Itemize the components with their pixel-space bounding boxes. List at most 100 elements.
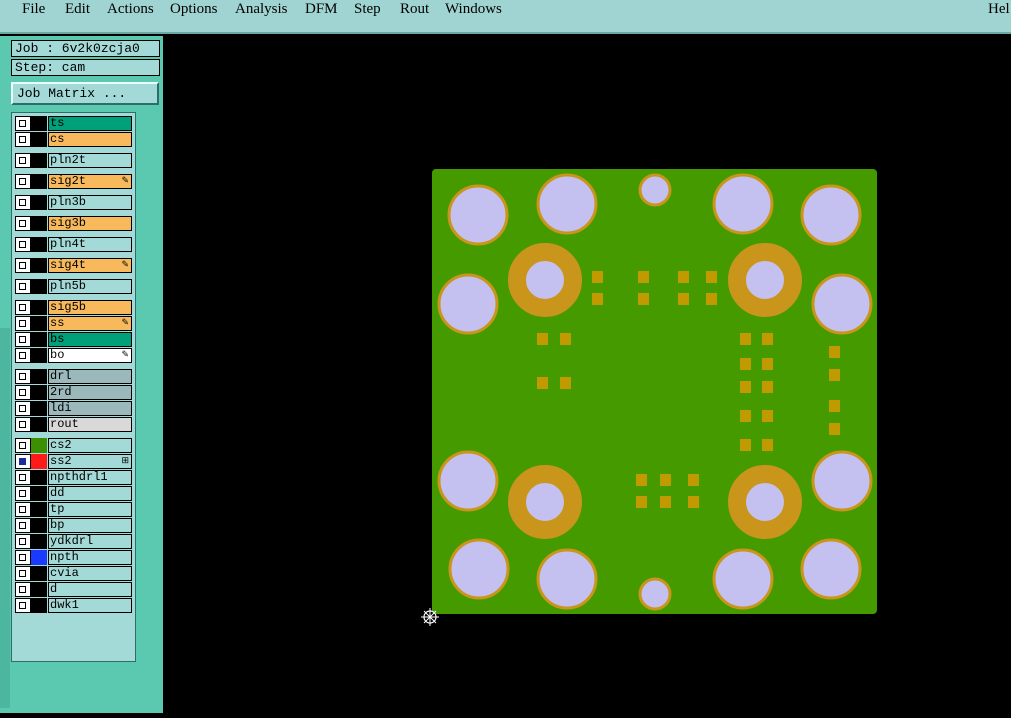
menu-analysis[interactable]: Analysis bbox=[235, 0, 288, 20]
layer-row-17[interactable]: cs2 bbox=[15, 438, 132, 453]
layer-row-25[interactable]: cvia bbox=[15, 566, 132, 581]
layer-color-swatch[interactable] bbox=[31, 258, 47, 273]
layer-color-swatch[interactable] bbox=[31, 316, 47, 331]
layer-name[interactable]: tp bbox=[48, 502, 132, 517]
layer-color-swatch[interactable] bbox=[31, 132, 47, 147]
layer-color-swatch[interactable] bbox=[31, 470, 47, 485]
layer-row-0[interactable]: ts bbox=[15, 116, 132, 131]
layer-name[interactable]: pln2t bbox=[48, 153, 132, 168]
layer-name[interactable]: cs2 bbox=[48, 438, 132, 453]
layer-checkbox[interactable] bbox=[15, 300, 31, 315]
layer-row-18[interactable]: ss2 ⊞ bbox=[15, 454, 132, 469]
layer-name[interactable]: sig2t ✎ bbox=[48, 174, 132, 189]
layer-name[interactable]: ldi bbox=[48, 401, 132, 416]
layer-checkbox[interactable] bbox=[15, 116, 31, 131]
layer-row-14[interactable]: 2rd bbox=[15, 385, 132, 400]
layer-checkbox[interactable] bbox=[15, 369, 31, 384]
layer-checkbox[interactable] bbox=[15, 316, 31, 331]
layer-row-24[interactable]: npth bbox=[15, 550, 132, 565]
menu-rout[interactable]: Rout bbox=[400, 0, 429, 20]
layer-name[interactable]: ss2 ⊞ bbox=[48, 454, 132, 469]
layer-color-swatch[interactable] bbox=[31, 438, 47, 453]
layer-checkbox[interactable] bbox=[15, 518, 31, 533]
layer-checkbox[interactable] bbox=[15, 582, 31, 597]
layer-checkbox[interactable] bbox=[15, 470, 31, 485]
layer-color-swatch[interactable] bbox=[31, 237, 47, 252]
layer-color-swatch[interactable] bbox=[31, 369, 47, 384]
layer-color-swatch[interactable] bbox=[31, 385, 47, 400]
layer-row-3[interactable]: sig2t ✎ bbox=[15, 174, 132, 189]
layer-color-swatch[interactable] bbox=[31, 332, 47, 347]
layer-name[interactable]: d bbox=[48, 582, 132, 597]
layer-checkbox[interactable] bbox=[15, 258, 31, 273]
layer-color-swatch[interactable] bbox=[31, 195, 47, 210]
layer-name[interactable]: bs bbox=[48, 332, 132, 347]
layer-checkbox[interactable] bbox=[15, 279, 31, 294]
layer-checkbox[interactable] bbox=[15, 566, 31, 581]
layer-name[interactable]: cvia bbox=[48, 566, 132, 581]
layer-checkbox[interactable] bbox=[15, 454, 31, 469]
layer-color-swatch[interactable] bbox=[31, 116, 47, 131]
layer-row-21[interactable]: tp bbox=[15, 502, 132, 517]
layer-checkbox[interactable] bbox=[15, 598, 31, 613]
menu-step[interactable]: Step bbox=[354, 0, 381, 20]
layer-checkbox[interactable] bbox=[15, 348, 31, 363]
layer-checkbox[interactable] bbox=[15, 438, 31, 453]
layer-checkbox[interactable] bbox=[15, 534, 31, 549]
layer-checkbox[interactable] bbox=[15, 153, 31, 168]
pcb-view[interactable] bbox=[163, 36, 1011, 713]
layer-checkbox[interactable] bbox=[15, 486, 31, 501]
layer-checkbox[interactable] bbox=[15, 550, 31, 565]
layer-checkbox[interactable] bbox=[15, 385, 31, 400]
layer-name[interactable]: ss ✎ bbox=[48, 316, 132, 331]
layer-row-10[interactable]: ss ✎ bbox=[15, 316, 132, 331]
layer-color-swatch[interactable] bbox=[31, 279, 47, 294]
menu-edit[interactable]: Edit bbox=[65, 0, 90, 20]
layer-row-6[interactable]: pln4t bbox=[15, 237, 132, 252]
layer-color-swatch[interactable] bbox=[31, 300, 47, 315]
layer-color-swatch[interactable] bbox=[31, 153, 47, 168]
layer-row-11[interactable]: bs bbox=[15, 332, 132, 347]
layer-color-swatch[interactable] bbox=[31, 534, 47, 549]
layer-name[interactable]: sig4t ✎ bbox=[48, 258, 132, 273]
layer-color-swatch[interactable] bbox=[31, 486, 47, 501]
layer-row-2[interactable]: pln2t bbox=[15, 153, 132, 168]
layer-row-4[interactable]: pln3b bbox=[15, 195, 132, 210]
menu-file[interactable]: File bbox=[22, 0, 45, 20]
layer-checkbox[interactable] bbox=[15, 216, 31, 231]
layer-row-23[interactable]: ydkdrl bbox=[15, 534, 132, 549]
layer-row-26[interactable]: d bbox=[15, 582, 132, 597]
layer-color-swatch[interactable] bbox=[31, 401, 47, 416]
layer-row-7[interactable]: sig4t ✎ bbox=[15, 258, 132, 273]
layer-color-swatch[interactable] bbox=[31, 550, 47, 565]
menu-actions[interactable]: Actions bbox=[107, 0, 154, 20]
layer-checkbox[interactable] bbox=[15, 417, 31, 432]
layer-name[interactable]: bp bbox=[48, 518, 132, 533]
layer-row-13[interactable]: drl bbox=[15, 369, 132, 384]
layer-row-19[interactable]: npthdrl1 bbox=[15, 470, 132, 485]
layer-checkbox[interactable] bbox=[15, 237, 31, 252]
layer-name[interactable]: ts bbox=[48, 116, 132, 131]
layer-checkbox[interactable] bbox=[15, 401, 31, 416]
menu-dfm[interactable]: DFM bbox=[305, 0, 338, 20]
job-matrix-button[interactable]: Job Matrix ... bbox=[11, 82, 159, 105]
layer-name[interactable]: dwk1 bbox=[48, 598, 132, 613]
layer-color-swatch[interactable] bbox=[31, 502, 47, 517]
layer-name[interactable]: pln5b bbox=[48, 279, 132, 294]
menu-help[interactable]: Hel bbox=[988, 0, 1010, 20]
layer-color-swatch[interactable] bbox=[31, 174, 47, 189]
layer-row-5[interactable]: sig3b bbox=[15, 216, 132, 231]
layer-color-swatch[interactable] bbox=[31, 417, 47, 432]
layer-name[interactable]: sig5b bbox=[48, 300, 132, 315]
layer-checkbox[interactable] bbox=[15, 174, 31, 189]
layer-row-27[interactable]: dwk1 bbox=[15, 598, 132, 613]
layer-color-swatch[interactable] bbox=[31, 518, 47, 533]
layer-row-15[interactable]: ldi bbox=[15, 401, 132, 416]
layer-color-swatch[interactable] bbox=[31, 348, 47, 363]
layer-row-9[interactable]: sig5b bbox=[15, 300, 132, 315]
layer-checkbox[interactable] bbox=[15, 332, 31, 347]
layer-name[interactable]: npthdrl1 bbox=[48, 470, 132, 485]
menu-windows[interactable]: Windows bbox=[445, 0, 502, 20]
layer-name[interactable]: npth bbox=[48, 550, 132, 565]
layer-color-swatch[interactable] bbox=[31, 454, 47, 469]
